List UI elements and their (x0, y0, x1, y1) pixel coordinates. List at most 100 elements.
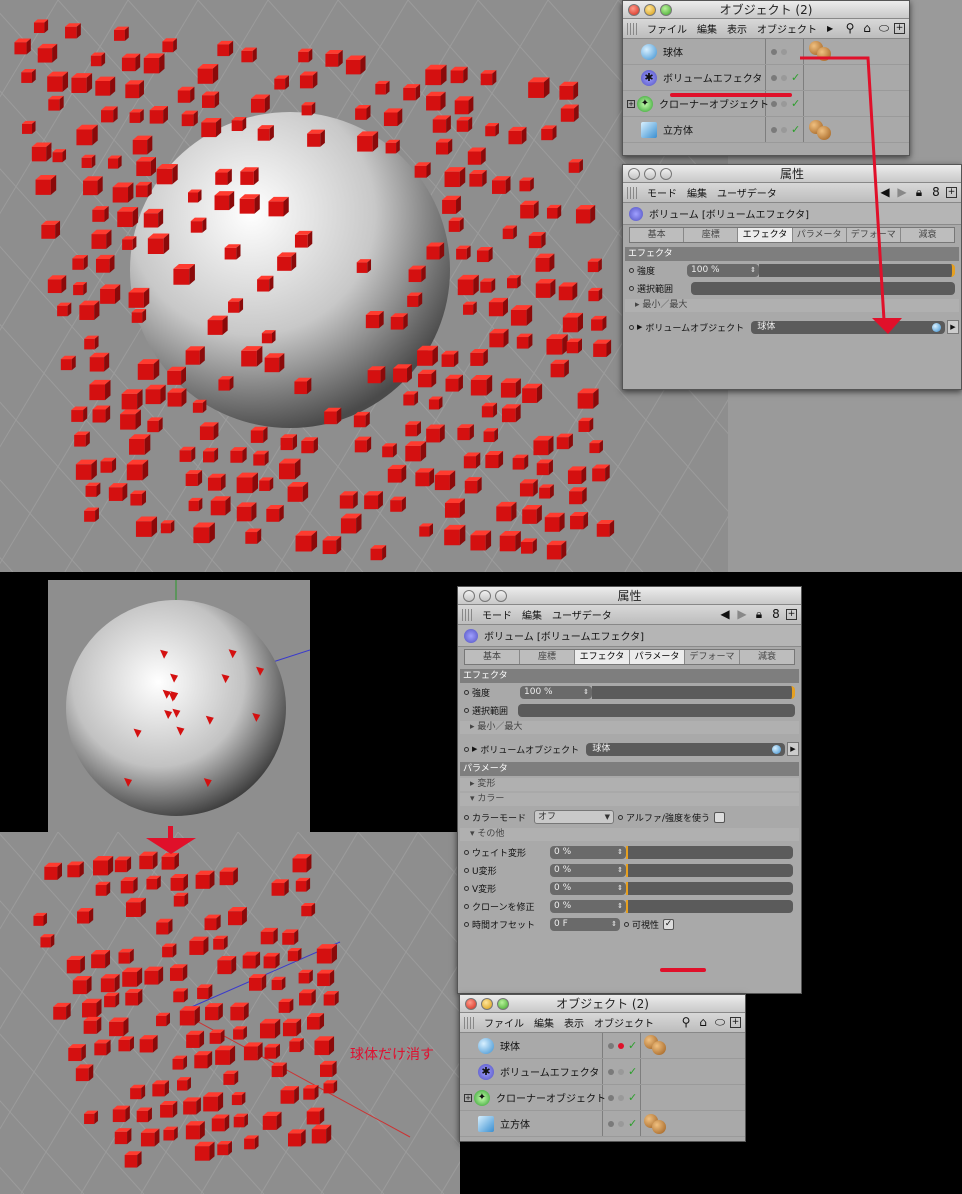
menu-view[interactable]: 表示 (564, 1015, 584, 1030)
menu-mode[interactable]: モード (647, 185, 677, 200)
list-item[interactable]: 立方体 ✓ (460, 1111, 745, 1137)
anim-dot-icon[interactable] (624, 921, 629, 927)
home-icon[interactable]: ⌂ (860, 21, 874, 35)
menu-object[interactable]: オブジェクト (594, 1015, 654, 1030)
tab-falloff[interactable]: 減衰 (901, 228, 954, 242)
zoom-icon[interactable] (660, 4, 672, 16)
lock-icon[interactable]: 🔒︎ (752, 607, 766, 621)
check-icon[interactable]: ✓ (791, 97, 800, 110)
tab-parameter[interactable]: パラメータ (793, 228, 847, 242)
menu-file[interactable]: ファイル (484, 1015, 524, 1030)
selection-field[interactable] (518, 703, 795, 717)
u-slider[interactable] (626, 863, 793, 877)
check-icon[interactable]: ✓ (791, 71, 800, 84)
close-icon[interactable] (628, 4, 640, 16)
submenu-arrow-icon[interactable]: ▶ (827, 24, 833, 33)
strength-field[interactable]: 100 % ⇕ (520, 685, 592, 699)
expand-arrow-icon[interactable]: ▶ (472, 745, 477, 753)
back-arrow-icon[interactable]: ◀ (718, 607, 732, 621)
expand-icon[interactable]: + (464, 1093, 472, 1102)
minimize-icon[interactable] (481, 998, 493, 1010)
viewport-bottom[interactable] (0, 832, 460, 1194)
menu-userdata[interactable]: ユーザデータ (552, 607, 612, 622)
anim-dot-icon[interactable] (464, 903, 469, 909)
stepper-icon[interactable]: ⇕ (617, 864, 623, 877)
anim-dot-icon[interactable] (464, 921, 469, 927)
close-icon[interactable] (463, 590, 475, 602)
close-icon[interactable] (628, 168, 640, 180)
oval-icon[interactable]: ⬭ (713, 1015, 727, 1029)
group-color[interactable]: ▾ カラー (460, 793, 799, 806)
check-icon[interactable]: ✓ (791, 123, 800, 136)
tab-effector[interactable]: エフェクタ (738, 228, 793, 242)
material-tag-icon[interactable] (817, 126, 831, 140)
menu-edit[interactable]: 編集 (697, 21, 717, 36)
minimize-icon[interactable] (644, 4, 656, 16)
v-slider[interactable] (626, 881, 793, 895)
u-field[interactable]: 0 % ⇕ (550, 863, 626, 877)
viewport-sphere-inset[interactable] (48, 580, 310, 832)
search-icon[interactable]: ⚲ (843, 21, 857, 35)
clone-field[interactable]: 0 % ⇕ (550, 899, 626, 913)
zoom-icon[interactable] (497, 998, 509, 1010)
anim-dot-icon[interactable] (464, 689, 469, 695)
tab-parameter[interactable]: パラメータ (630, 650, 685, 664)
tab-basic[interactable]: 基本 (630, 228, 685, 242)
close-icon[interactable] (465, 998, 477, 1010)
menu-view[interactable]: 表示 (727, 21, 747, 36)
new-window-icon[interactable]: + (730, 1016, 741, 1028)
attributes-window-titlebar[interactable]: 属性 (458, 587, 801, 605)
minimize-icon[interactable] (644, 168, 656, 180)
material-tag-icon[interactable] (652, 1041, 666, 1055)
anim-dot-icon[interactable] (629, 324, 634, 330)
objects-window-titlebar[interactable]: オブジェクト (2) (460, 995, 745, 1013)
list-item[interactable]: ✱ ボリュームエフェクタ ✓ (623, 65, 909, 91)
expand-icon[interactable]: + (627, 99, 635, 108)
volume-object-link-field[interactable]: 球体 (751, 320, 945, 334)
group-transform[interactable]: ▸ 変形 (460, 778, 799, 791)
material-tag-icon[interactable] (652, 1120, 666, 1134)
anim-dot-icon[interactable] (629, 267, 634, 273)
zoom-icon[interactable] (660, 168, 672, 180)
clone-slider[interactable] (626, 899, 793, 913)
oval-icon[interactable]: ⬭ (877, 21, 891, 35)
volume-object-link-field[interactable]: 球体 (586, 742, 785, 756)
minimize-icon[interactable] (479, 590, 491, 602)
group-other[interactable]: ▾ その他 (460, 828, 799, 841)
new-window-icon[interactable]: + (946, 186, 957, 198)
attributes-window-titlebar[interactable]: 属性 (623, 165, 961, 183)
anim-dot-icon[interactable] (464, 707, 469, 713)
attributes-window-top[interactable]: 属性 モード 編集 ユーザデータ ◀ ▶ 🔒︎ 8 + ボリューム [ボリューム… (622, 164, 962, 390)
menu-edit[interactable]: 編集 (687, 185, 707, 200)
anim-dot-icon[interactable] (464, 814, 469, 820)
new-window-icon[interactable]: + (894, 22, 905, 34)
stepper-icon[interactable]: ⇕ (617, 900, 623, 913)
anim-dot-icon[interactable] (464, 867, 469, 873)
home-icon[interactable]: ⌂ (696, 1015, 710, 1029)
menu-object[interactable]: オブジェクト (757, 21, 817, 36)
anim-dot-icon[interactable] (629, 285, 634, 291)
tab-effector[interactable]: エフェクタ (575, 650, 630, 664)
alpha-checkbox[interactable] (713, 811, 725, 823)
zoom-icon[interactable] (495, 590, 507, 602)
menu-userdata[interactable]: ユーザデータ (717, 185, 777, 200)
material-tag-icon[interactable] (817, 47, 831, 61)
menu-edit[interactable]: 編集 (522, 607, 542, 622)
check-icon[interactable]: ✓ (628, 1039, 637, 1052)
check-icon[interactable]: ✓ (628, 1117, 637, 1130)
link-menu-arrow-icon[interactable]: ▶ (787, 742, 799, 756)
anim-dot-icon[interactable] (464, 746, 469, 752)
time-offset-field[interactable]: 0 F ⇕ (550, 917, 620, 931)
check-icon[interactable]: ✓ (628, 1065, 637, 1078)
selection-field[interactable] (691, 281, 955, 295)
list-item[interactable]: 球体 ✓ (460, 1033, 745, 1059)
stepper-icon[interactable]: ⇕ (611, 918, 617, 931)
list-item[interactable]: 球体 (623, 39, 909, 65)
objects-window-top[interactable]: オブジェクト (2) ファイル 編集 表示 オブジェクト ▶ ⚲ ⌂ ⬭ + 球… (622, 0, 910, 156)
stepper-icon[interactable]: ⇕ (583, 686, 589, 699)
forward-arrow-icon[interactable]: ▶ (735, 607, 749, 621)
menu-mode[interactable]: モード (482, 607, 512, 622)
tab-falloff[interactable]: 減衰 (740, 650, 794, 664)
lock-icon[interactable]: 🔒︎ (912, 185, 926, 199)
anim-dot-icon[interactable] (464, 849, 469, 855)
